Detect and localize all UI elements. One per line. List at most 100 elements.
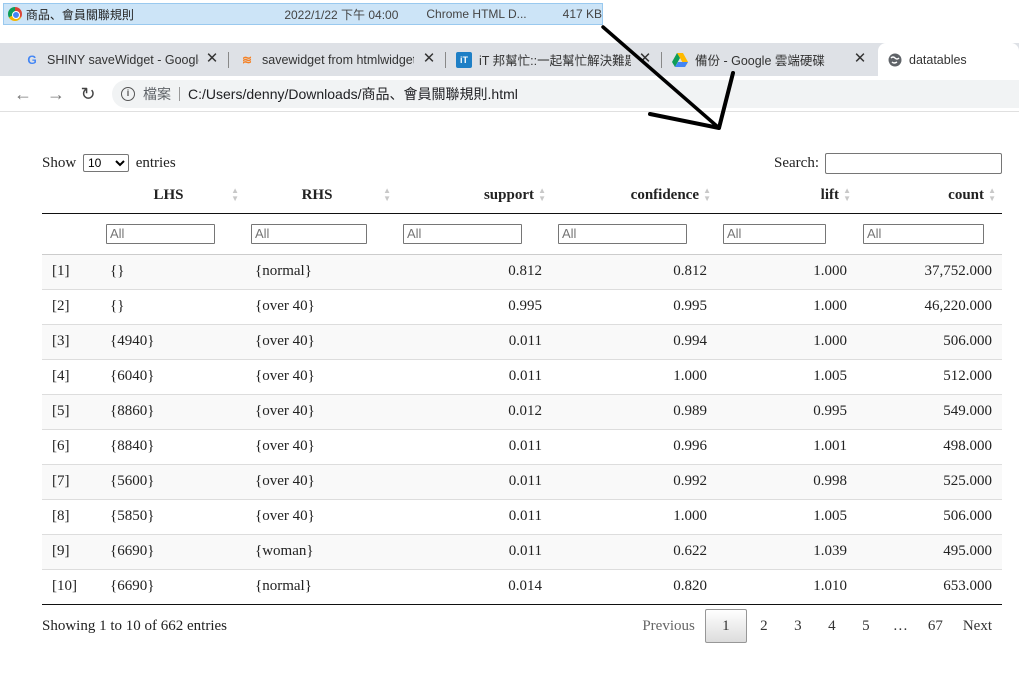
sort-icon: ▲ ▼ (843, 186, 851, 203)
count-cell: 512.000 (857, 358, 1002, 394)
row-index: [1] (42, 253, 100, 289)
forward-arrow-icon[interactable]: → (45, 83, 67, 105)
filter-cell (397, 213, 552, 255)
lhs-cell: {} (100, 288, 245, 324)
tab-shiny-savewidget[interactable]: G SHINY saveWidget - Google ✕ (14, 43, 229, 76)
google-drive-icon (672, 52, 688, 68)
file-type: Chrome HTML D... (426, 7, 527, 21)
row-index: [3] (42, 323, 100, 359)
column-label: lift (820, 187, 839, 204)
support-cell: 0.011 (397, 323, 552, 359)
column-header-support[interactable]: support ▲ ▼ (397, 179, 552, 214)
row-index: [2] (42, 288, 100, 324)
table-row[interactable]: [5] {8860} {over 40} 0.012 0.989 0.995 549.000 (42, 393, 1002, 429)
table-row[interactable]: [2]{} {over 40} 0.995 0.995 1.000 46,220.000 (42, 288, 1002, 324)
filter-input-lift[interactable] (723, 223, 826, 244)
table-row[interactable]: [1]{} {normal} 0.812 0.812 1.000 37,752.000 (42, 253, 1002, 289)
filter-input-rhs[interactable] (251, 223, 367, 244)
rhs-cell: {over 40} (245, 288, 397, 324)
table-row[interactable]: [4] {6040} {over 40} 0.011 1.000 1.005 512.000 (42, 358, 1002, 394)
filter-cell (552, 213, 717, 255)
page-button-last[interactable]: 67 (918, 609, 953, 643)
table-row[interactable]: [8] {5850} {over 40} 0.011 1.000 1.005 506.000 (42, 498, 1002, 534)
row-index: [7] (42, 463, 100, 499)
column-header-rhs[interactable]: RHS ▲ ▼ (245, 179, 397, 214)
rhs-cell: {over 40} (245, 358, 397, 394)
column-label: LHS (153, 187, 184, 204)
page-button-2[interactable]: 2 (747, 609, 781, 643)
page-button-1[interactable]: 1 (704, 609, 747, 643)
count-cell: 525.000 (857, 463, 1002, 499)
column-header-lhs[interactable]: LHS ▲ ▼ (100, 179, 245, 214)
page-length-select[interactable]: 10 (82, 154, 129, 172)
rhs-cell: {normal} (245, 253, 397, 289)
close-icon[interactable]: ✕ (637, 51, 653, 67)
column-header-lift[interactable]: lift ▲ ▼ (717, 179, 857, 214)
column-label: support (483, 187, 534, 204)
filter-row (42, 213, 1002, 255)
next-button[interactable]: Next (953, 609, 1002, 643)
page-button-4[interactable]: 4 (815, 609, 849, 643)
lhs-cell: {8840} (100, 428, 245, 464)
tab-label: SHINY saveWidget - Google (47, 52, 199, 67)
row-index: [4] (42, 358, 100, 394)
lift-cell: 1.001 (717, 428, 857, 464)
lhs-cell: {6690} (100, 568, 245, 605)
sort-icon: ▲ ▼ (383, 186, 391, 203)
header-row: LHS ▲ ▼ RHS ▲ ▼ support ▲ ▼ confidence ▲ ▼ lift ▲… (42, 179, 1002, 214)
filter-input-count[interactable] (863, 223, 984, 244)
support-cell: 0.014 (397, 568, 552, 605)
url-text[interactable]: C:/Users/denny/Downloads/商品、會員關聯規則.html (188, 84, 518, 104)
table-row[interactable]: [3] {4940} {over 40} 0.011 0.994 1.000 506.000 (42, 323, 1002, 359)
close-icon[interactable]: ✕ (421, 51, 437, 67)
rhs-cell: {over 40} (245, 393, 397, 429)
tab-datatables[interactable]: datatables (878, 43, 1019, 76)
reload-icon[interactable]: ↻ (77, 83, 99, 105)
info-icon[interactable]: i (121, 87, 135, 101)
lhs-cell: {5850} (100, 498, 245, 534)
pagination: Previous 1 2 3 4 5 … 67 Next (632, 609, 1002, 643)
lhs-cell: {6690} (100, 533, 245, 569)
rhs-cell: {normal} (245, 568, 397, 605)
tab-ithome[interactable]: iT iT 邦幫忙::一起幫忙解決難題 ✕ (446, 43, 662, 76)
filter-input-lhs[interactable] (106, 223, 215, 244)
close-icon[interactable]: ✕ (204, 51, 220, 67)
page-button-5[interactable]: 5 (849, 609, 883, 643)
support-cell: 0.011 (397, 463, 552, 499)
search-input[interactable] (825, 153, 1002, 174)
tab-google-drive[interactable]: 備份 - Google 雲端硬碟 ✕ (662, 43, 876, 76)
file-date: 2022/1/22 下午 04:00 (284, 7, 399, 22)
back-arrow-icon[interactable]: ← (12, 83, 34, 105)
lift-cell: 1.005 (717, 358, 857, 394)
table-row[interactable]: [10] {6690} {normal} 0.014 0.820 1.010 653.000 (42, 568, 1002, 605)
previous-button[interactable]: Previous (632, 609, 705, 643)
table-row[interactable]: [6] {8840} {over 40} 0.011 0.996 1.001 498.000 (42, 428, 1002, 464)
search-label: Search: (774, 155, 819, 171)
confidence-cell: 0.992 (552, 463, 717, 499)
rhs-cell: {over 40} (245, 428, 397, 464)
filter-input-confidence[interactable] (558, 223, 687, 244)
table-row[interactable]: [9] {6690} {woman} 0.011 0.622 1.039 495.000 (42, 533, 1002, 569)
filter-input-support[interactable] (403, 223, 522, 244)
confidence-cell: 1.000 (552, 358, 717, 394)
support-cell: 0.011 (397, 428, 552, 464)
table-body: [1]{} {normal} 0.812 0.812 1.000 37,752.000 [… (42, 253, 1002, 605)
tab-savewidget-htmlwidgets[interactable]: ≋ savewidget from htmlwidgets ✕ (229, 43, 446, 76)
row-index: [6] (42, 428, 100, 464)
page-button-3[interactable]: 3 (781, 609, 815, 643)
lift-cell: 1.010 (717, 568, 857, 605)
table-row[interactable]: [7] {5600} {over 40} 0.011 0.992 0.998 525.000 (42, 463, 1002, 499)
sort-icon: ▲ ▼ (538, 186, 546, 203)
count-cell: 653.000 (857, 568, 1002, 605)
address-bar[interactable]: i 檔案 C:/Users/denny/Downloads/商品、會員關聯規則.… (112, 80, 1019, 108)
file-list-row[interactable]: 商品、會員關聯規則 2022/1/22 下午 04:00 Chrome HTML… (3, 3, 603, 25)
column-header-confidence[interactable]: confidence ▲ ▼ (552, 179, 717, 214)
close-icon[interactable]: ✕ (852, 51, 868, 67)
column-header-count[interactable]: count ▲ ▼ (857, 179, 1002, 214)
lhs-cell: {} (100, 253, 245, 289)
count-cell: 46,220.000 (857, 288, 1002, 324)
row-index-header (42, 179, 100, 214)
count-cell: 506.000 (857, 498, 1002, 534)
ithome-icon: iT (456, 51, 472, 68)
rhs-cell: {over 40} (245, 323, 397, 359)
